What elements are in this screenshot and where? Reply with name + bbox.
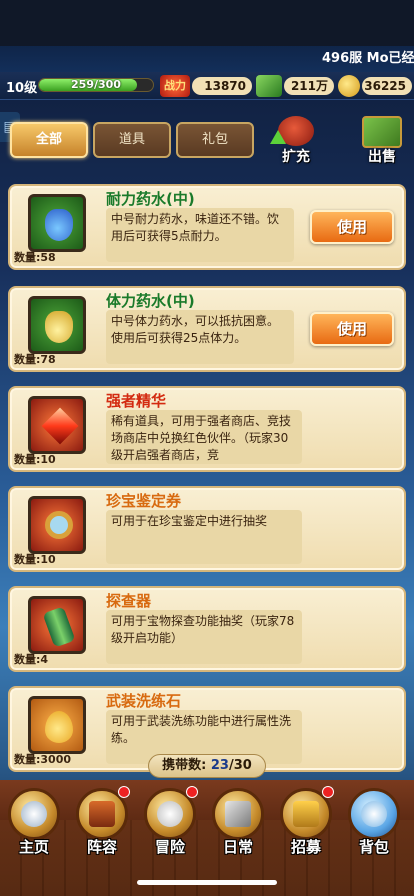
carry-label: 携带数: [162, 758, 207, 773]
coin-icon [338, 75, 360, 97]
item-description: 中号体力药水，可以抵抗困意。使用后可获得25点体力。 [106, 310, 294, 364]
item-icon-frame[interactable] [28, 696, 86, 754]
item-name: 珍宝鉴定券 [106, 492, 182, 510]
item-icon-frame[interactable] [28, 596, 86, 654]
expand-label: 扩充 [282, 149, 310, 165]
carry-max: /30 [228, 758, 252, 773]
nav-label: 招募 [290, 838, 321, 856]
nav-label: 日常 [222, 838, 253, 856]
blue-potion-icon [45, 209, 73, 241]
home-icon [8, 788, 60, 840]
item-name: 武装洗练石 [106, 692, 182, 710]
nav-backpack[interactable]: 背包 [344, 786, 404, 862]
item-quantity: 数量:10 [14, 553, 56, 566]
nav-home[interactable]: 主页 [4, 786, 64, 862]
item-description: 中号耐力药水，味道还不错。饮用后可获得5点耐力。 [106, 208, 294, 262]
sell-label: 出售 [368, 149, 396, 165]
marquee-text: 496服 Mo已经达 [322, 51, 414, 66]
item-icon-frame[interactable] [28, 396, 86, 454]
nav-daily[interactable]: 日常 [208, 786, 268, 862]
item-description: 稀有道具，可用于强者商店、竞技场商店中兑换红色伙伴。（玩家30级开启强者商店，竞 [106, 410, 302, 464]
item-name: 耐力药水(中) [106, 190, 195, 208]
power-value: 13870 [192, 77, 252, 95]
backpack-icon [348, 788, 400, 840]
top-bar [0, 0, 414, 46]
item-quantity: 数量:78 [14, 353, 56, 366]
item-icon-frame[interactable] [28, 296, 86, 354]
status-bar: 10级 259/300 战力 13870 211万 36225 [0, 72, 414, 100]
cash-icon [256, 75, 282, 97]
yellow-potion-icon [45, 311, 73, 343]
nav-label: 主页 [18, 838, 49, 856]
nav-adventure[interactable]: 冒险 [140, 786, 200, 862]
bottom-nav: 主页 阵容 冒险 日常 招募 背包 [0, 780, 414, 896]
detector-icon [42, 606, 76, 648]
tab-all[interactable]: 全部 [10, 122, 88, 158]
tab-gifts[interactable]: 礼包 [176, 122, 254, 158]
nav-lineup[interactable]: 阵容 [72, 786, 132, 862]
gold-stone-icon [45, 711, 73, 743]
item-card: 数量:10 强者精华 稀有道具，可用于强者商店、竞技场商店中兑换红色伙伴。（玩家… [8, 386, 406, 472]
item-name: 体力药水(中) [106, 292, 195, 310]
nav-label: 背包 [358, 838, 389, 856]
item-icon-frame[interactable] [28, 496, 86, 554]
item-card: 数量:10 珍宝鉴定券 可用于在珍宝鉴定中进行抽奖 [8, 486, 406, 572]
nav-label: 阵容 [86, 838, 117, 856]
notification-dot [186, 786, 198, 798]
item-quantity: 数量:3000 [14, 753, 72, 766]
sell-button[interactable]: 出售 [354, 116, 410, 166]
item-quantity: 数量:4 [14, 653, 49, 666]
power-icon: 战力 [160, 75, 190, 97]
notification-dot [322, 786, 334, 798]
player-level: 10级 [6, 81, 38, 96]
expand-button[interactable]: 扩充 [268, 116, 324, 166]
chest-icon [362, 116, 402, 148]
carry-count: 携带数: 23/30 [148, 754, 266, 778]
exp-text: 259/300 [71, 78, 121, 91]
announcement-marquee: 496服 Mo已经达 [0, 46, 414, 72]
nav-label: 冒险 [154, 838, 185, 856]
item-quantity: 数量:58 [14, 251, 56, 264]
use-button[interactable]: 使用 [310, 210, 394, 244]
item-card: 数量:4 探查器 可用于宝物探查功能抽奖（玩家78级开启功能） [8, 586, 406, 672]
item-name: 探查器 [106, 592, 152, 610]
notification-dot [118, 786, 130, 798]
carry-current: 23 [210, 758, 229, 773]
exp-bar: 259/300 [38, 78, 154, 92]
nav-recruit[interactable]: 招募 [276, 786, 336, 862]
item-quantity: 数量:10 [14, 453, 56, 466]
magnifier-icon [45, 511, 73, 539]
arrow-up-icon [270, 130, 286, 144]
item-name: 强者精华 [106, 392, 167, 410]
item-description: 可用于宝物探查功能抽奖（玩家78级开启功能） [106, 610, 302, 664]
item-description: 可用于在珍宝鉴定中进行抽奖 [106, 510, 302, 564]
use-button[interactable]: 使用 [310, 312, 394, 346]
coin-value[interactable]: 36225 [362, 77, 412, 95]
swords-icon [212, 788, 264, 840]
item-card: 数量:78 体力药水(中) 中号体力药水，可以抵抗困意。使用后可获得25点体力。… [8, 286, 406, 372]
cash-value[interactable]: 211万 [284, 77, 334, 95]
tab-props[interactable]: 道具 [93, 122, 171, 158]
item-icon-frame[interactable] [28, 194, 86, 252]
red-crystal-icon [41, 407, 79, 445]
item-card: 数量:58 耐力药水(中) 中号耐力药水，味道还不错。饮用后可获得5点耐力。 使… [8, 184, 406, 270]
home-indicator [137, 880, 277, 885]
